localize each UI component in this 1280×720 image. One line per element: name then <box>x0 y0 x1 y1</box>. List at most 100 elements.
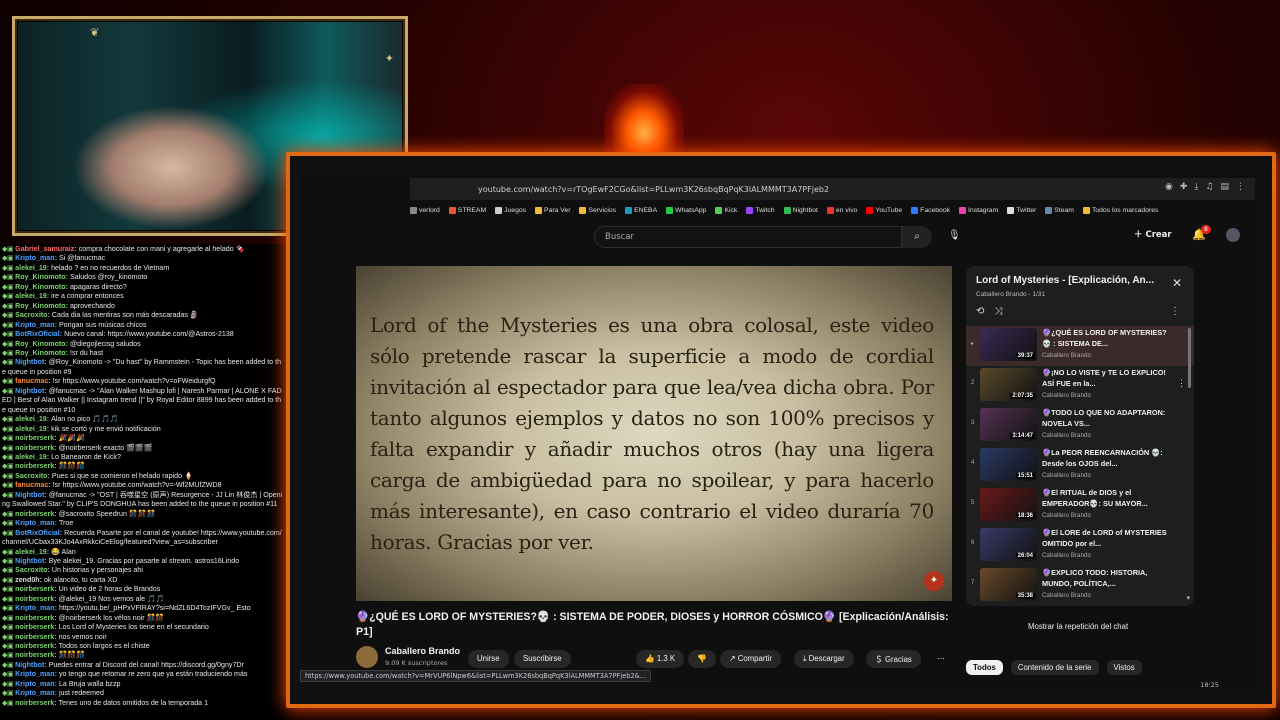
chat-username[interactable]: noirberserk: <box>15 642 56 650</box>
chat-username[interactable]: noirberserk: <box>15 633 56 641</box>
chat-username[interactable]: Sacroxito: <box>15 566 50 574</box>
chat-username[interactable]: noirberserk: <box>15 462 56 470</box>
join-button[interactable]: Unirse <box>468 650 509 668</box>
like-button[interactable]: 👍 1.3 K <box>636 650 685 668</box>
thanks-button[interactable]: ＄ Gracias <box>866 650 921 668</box>
channel-watermark-icon[interactable]: ✦ <box>924 571 944 591</box>
more-options-icon[interactable]: ⋮ <box>1177 378 1186 389</box>
bookmark-item[interactable]: Todos los marcadores <box>1082 206 1158 214</box>
chat-username[interactable]: Roy_Kinomoto: <box>15 340 68 348</box>
chat-username[interactable]: noirberserk: <box>15 614 56 622</box>
video-player[interactable]: Lord of the Mysteries es una obra colosa… <box>356 266 952 601</box>
playlist-video-title[interactable]: 🔮EXPLICO TODO: HISTORIA, MUNDO, POLÍTICA… <box>1042 568 1170 589</box>
playlist-video-title[interactable]: 🔮¡NO LO VISTE y TE LO EXPLICO! ASÍ FUE e… <box>1042 368 1170 389</box>
download-icon[interactable]: ⤓ <box>1194 182 1198 192</box>
address-bar[interactable]: youtube.com/watch?v=rTOgEwF2CGo&list=PLL… <box>410 178 1255 200</box>
chat-username[interactable]: Kripto_man: <box>15 254 57 262</box>
bookmark-item[interactable]: Nightbot <box>783 206 818 214</box>
chat-username[interactable]: Kripto_man: <box>15 519 57 527</box>
chat-username[interactable]: zend0h: <box>15 576 42 584</box>
bookmark-item[interactable]: en vivo <box>826 206 857 214</box>
sidebar-icon[interactable]: ▤ <box>1220 182 1229 192</box>
download-button[interactable]: ⤓ Descargar <box>794 650 854 668</box>
video-thumbnail[interactable]: 35:38 <box>980 568 1037 601</box>
chat-username[interactable]: Roy_Kinomoto: <box>15 349 68 357</box>
bookmark-item[interactable]: Twitch <box>746 206 775 214</box>
playlist-item[interactable]: 5 18:36 🔮El RITUAL de DIOS y el EMPERADOR💀… <box>966 486 1194 526</box>
filter-chip[interactable]: Contenido de la serie <box>1010 660 1099 675</box>
playlist-menu-icon[interactable]: ⋮ <box>1170 306 1180 317</box>
chat-username[interactable]: Kripto_man: <box>15 604 57 612</box>
chat-username[interactable]: Gabriel_samuraiz: <box>15 245 77 253</box>
chat-username[interactable]: alekei_19: <box>15 292 49 300</box>
chat-username[interactable]: Kripto_man: <box>15 680 57 688</box>
chat-username[interactable]: alekei_19: <box>15 453 49 461</box>
loop-icon[interactable]: ⟲ <box>976 306 984 317</box>
chat-username[interactable]: noirberserk: <box>15 434 56 442</box>
playlist-video-title[interactable]: 🔮El RITUAL de DIOS y el EMPERADOR💀: SU M… <box>1042 488 1170 509</box>
chat-username[interactable]: alekei_19: <box>15 415 49 423</box>
bookmark-item[interactable]: WhatsApp <box>666 206 706 214</box>
video-thumbnail[interactable]: 15:51 <box>980 448 1037 481</box>
chat-username[interactable]: Kripto_man: <box>15 670 57 678</box>
menu-icon[interactable]: ⋮ <box>1236 182 1245 192</box>
video-thumbnail[interactable]: 26:04 <box>980 528 1037 561</box>
chat-username[interactable]: noirberserk: <box>15 444 56 452</box>
chat-username[interactable]: Nightbot: <box>15 358 47 366</box>
chat-username[interactable]: fanucmac: <box>15 481 50 489</box>
playlist-item[interactable]: ▸ 39:37 🔮¿QUÉ ES LORD OF MYSTERIES?💀 : SIS… <box>966 326 1194 366</box>
playlist-video-title[interactable]: 🔮TODO LO QUE NO ADAPTARON: NOVELA VS... <box>1042 408 1170 429</box>
create-button[interactable]: ＋ Crear <box>1134 228 1172 240</box>
playlist-item[interactable]: 3 3:14:47 🔮TODO LO QUE NO ADAPTARON: NOVEL… <box>966 406 1194 446</box>
share-button[interactable]: ↗ Compartir <box>720 650 781 668</box>
channel-name[interactable]: Caballero Brando <box>385 646 460 656</box>
chat-username[interactable]: Roy_Kinomoto: <box>15 273 68 281</box>
chat-username[interactable]: fanucmac: <box>15 377 50 385</box>
chat-username[interactable]: noirberserk: <box>15 595 56 603</box>
playlist-video-title[interactable]: 🔮La PEOR REENCARNACIÓN 💀: Desde los OJOS… <box>1042 448 1170 469</box>
chat-username[interactable]: noirberserk: <box>15 699 56 707</box>
extension-icon[interactable]: ◉ <box>1165 182 1173 192</box>
bookmark-item[interactable]: verlord <box>410 206 440 214</box>
playlist-scrollbar[interactable] <box>1188 328 1191 388</box>
chat-username[interactable]: Nightbot: <box>15 661 47 669</box>
puzzle-icon[interactable]: ✚ <box>1180 182 1188 192</box>
chat-username[interactable]: BotRixOficial: <box>15 330 62 338</box>
chat-username[interactable]: Sacroxito: <box>15 472 50 480</box>
playlist-item[interactable]: 2 2:07:35 🔮¡NO LO VISTE y TE LO EXPLICO! A… <box>966 366 1194 406</box>
chat-username[interactable]: Nightbot: <box>15 387 47 395</box>
channel-avatar[interactable] <box>356 646 378 668</box>
close-icon[interactable]: ✕ <box>1172 276 1182 290</box>
bookmark-item[interactable]: Facebook <box>911 206 950 214</box>
playlist-video-title[interactable]: 🔮El LORE de LORD of MYSTERIES OMITIDO po… <box>1042 528 1170 549</box>
chat-username[interactable]: noirberserk: <box>15 623 56 631</box>
bookmark-item[interactable]: Juegos <box>495 206 526 214</box>
dislike-button[interactable]: 👎 <box>688 650 716 668</box>
bookmark-item[interactable]: YouTube <box>866 206 902 214</box>
bookmark-item[interactable]: Servicios <box>579 206 616 214</box>
chat-username[interactable]: Sacroxito: <box>15 311 50 319</box>
mic-icon[interactable]: 🎙 <box>948 230 961 241</box>
music-icon[interactable]: ♫ <box>1205 182 1213 192</box>
chat-username[interactable]: Kripto_man: <box>15 321 57 329</box>
chat-username[interactable]: alekei_19: <box>15 264 49 272</box>
avatar[interactable] <box>1226 228 1240 242</box>
video-thumbnail[interactable]: 39:37 <box>980 328 1037 361</box>
playlist-video-title[interactable]: 🔮¿QUÉ ES LORD OF MYSTERIES?💀 : SISTEMA D… <box>1042 328 1170 349</box>
playlist-item[interactable]: 6 26:04 🔮El LORE de LORD of MYSTERIES OMIT… <box>966 526 1194 566</box>
chat-username[interactable]: Roy_Kinomoto: <box>15 283 68 291</box>
subscribe-button[interactable]: Suscribirse <box>514 650 571 668</box>
chat-username[interactable]: Roy_Kinomoto: <box>15 302 68 310</box>
chat-username[interactable]: noirberserk: <box>15 651 56 659</box>
video-thumbnail[interactable]: 3:14:47 <box>980 408 1037 441</box>
chat-username[interactable]: noirberserk: <box>15 585 56 593</box>
video-thumbnail[interactable]: 18:36 <box>980 488 1037 521</box>
bookmark-item[interactable]: Instagram <box>959 206 998 214</box>
bookmark-item[interactable]: Para Ver <box>535 206 570 214</box>
search-button[interactable]: ⌕ <box>902 226 932 248</box>
chat-username[interactable]: noirberserk: <box>15 510 56 518</box>
chat-username[interactable]: Nightbot: <box>15 557 47 565</box>
bookmark-item[interactable]: Twitter <box>1007 206 1036 214</box>
chat-username[interactable]: BotRixOficial: <box>15 529 62 537</box>
address-url[interactable]: youtube.com/watch?v=rTOgEwF2CGo&list=PLL… <box>478 185 829 194</box>
